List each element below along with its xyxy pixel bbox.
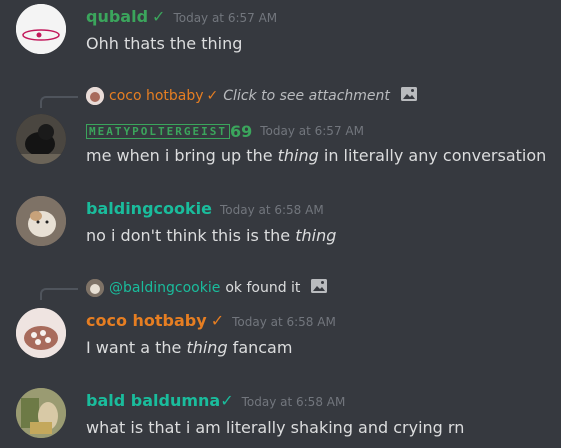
timestamp: Today at 6:58 AM [241, 395, 346, 409]
author-name-boxed: MEATYPOLTERGEIST [86, 124, 230, 139]
avatar-image [16, 114, 66, 164]
image-icon [400, 86, 418, 106]
timestamp: Today at 6:57 AM [260, 124, 364, 138]
avatar-baldingcookie[interactable] [16, 196, 66, 246]
timestamp: Today at 6:57 AM [173, 11, 278, 25]
message-text: Ohh thats the thing [86, 34, 243, 53]
avatar-coco-hotbaby[interactable] [16, 308, 66, 358]
reply-avatar [86, 87, 104, 105]
checkmark-icon: ✓ [152, 7, 166, 26]
message-text: no i don't think this is the thing [86, 226, 337, 245]
author-name[interactable]: qubald [86, 7, 148, 26]
avatar-image [16, 308, 66, 358]
reply-connector [40, 96, 78, 108]
checkmark-icon: ✓ [206, 88, 219, 104]
image-icon [310, 278, 328, 298]
author-name-suffix: 69 [229, 122, 253, 141]
reply-author[interactable]: coco hotbaby [109, 88, 204, 104]
italic-text: thing [186, 338, 228, 357]
reply-text[interactable]: Click to see attachment [223, 88, 390, 104]
italic-text: thing [295, 226, 337, 245]
reply-text[interactable]: ok found it [225, 280, 300, 296]
author-line: baldingcookie Today at 6:58 AM [86, 199, 324, 218]
author-name[interactable]: baldingcookie [86, 199, 212, 218]
reply-preview[interactable]: coco hotbaby ✓ Click to see attachment [86, 86, 418, 106]
avatar-bald-baldumna[interactable] [16, 388, 66, 438]
author-line: MEATYPOLTERGEIST 69 Today at 6:57 AM [86, 120, 364, 141]
italic-text: thing [277, 146, 319, 165]
reply-connector [40, 288, 78, 300]
message-text: what is that i am literally shaking and … [86, 418, 465, 437]
author-line: coco hotbaby ✓ Today at 6:58 AM [86, 311, 336, 330]
message-text: I want a the thing fancam [86, 338, 293, 357]
timestamp: Today at 6:58 AM [219, 203, 324, 217]
author-name[interactable]: MEATYPOLTERGEIST 69 [86, 122, 252, 141]
author-line: qubald ✓ Today at 6:57 AM [86, 7, 277, 26]
avatar-image [16, 196, 66, 246]
reply-mention[interactable]: @baldingcookie [109, 280, 220, 296]
checkmark-icon: ✓ [220, 391, 234, 410]
author-line: bald baldumna✓ Today at 6:58 AM [86, 391, 345, 410]
avatar-meatypoltergeist[interactable] [16, 114, 66, 164]
timestamp: Today at 6:58 AM [232, 315, 336, 329]
avatar-image [16, 388, 66, 438]
avatar-qubald[interactable] [16, 4, 66, 54]
author-name[interactable]: coco hotbaby [86, 311, 207, 330]
reply-preview[interactable]: @baldingcookie ok found it [86, 278, 328, 298]
author-name[interactable]: bald baldumna [86, 391, 220, 410]
reply-avatar [86, 279, 104, 297]
checkmark-icon: ✓ [210, 311, 225, 330]
avatar-image [16, 4, 66, 54]
message-text: me when i bring up the thing in literall… [86, 146, 547, 165]
